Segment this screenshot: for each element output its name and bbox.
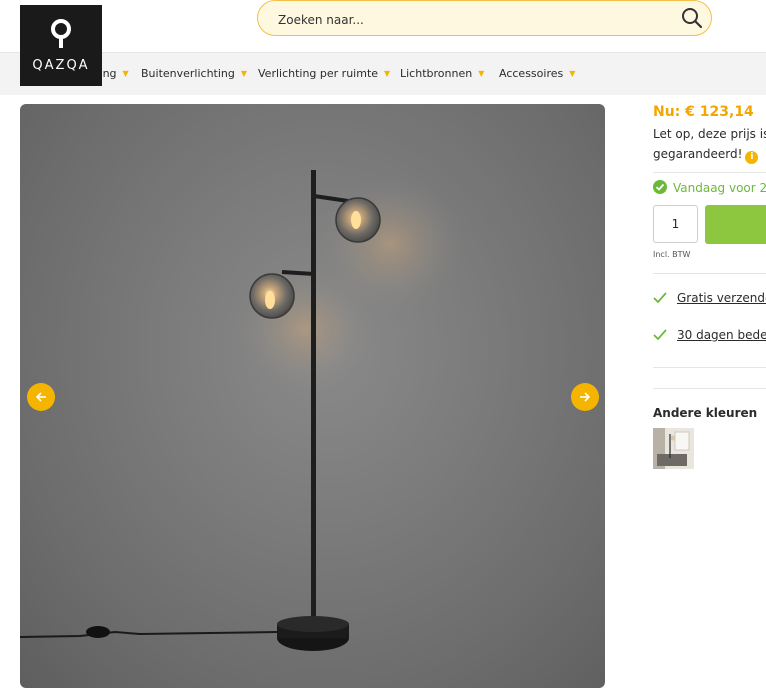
triangle-down-icon: ▼ xyxy=(122,69,129,78)
other-colors-title: Andere kleuren xyxy=(653,406,758,420)
nav-item-buitenverlichting[interactable]: Buitenverlichting ▼ xyxy=(141,67,247,80)
divider xyxy=(653,367,766,368)
next-image-button[interactable] xyxy=(571,383,599,411)
quantity-input[interactable]: 1 xyxy=(653,205,698,243)
nav-item-label: Accessoires xyxy=(499,67,564,80)
header xyxy=(0,0,766,52)
color-variant-thumbnail[interactable] xyxy=(653,428,694,469)
usp-link[interactable]: Gratis verzende xyxy=(677,291,766,305)
arrow-left-icon xyxy=(35,392,46,402)
price-note-line: Let op, deze prijs is xyxy=(653,127,766,141)
search-icon[interactable] xyxy=(681,7,703,33)
arrow-right-icon xyxy=(580,392,591,402)
product-price: Nu: € 123,14 xyxy=(653,104,754,120)
info-icon[interactable]: i xyxy=(745,151,759,164)
usp-free-shipping: Gratis verzende xyxy=(653,291,766,305)
divider xyxy=(653,273,766,274)
triangle-down-icon: ▼ xyxy=(478,69,485,78)
main-navigation: Binnenverlichting▼ Buitenverlichting▼ Ve… xyxy=(0,52,766,95)
divider xyxy=(653,388,766,389)
triangle-down-icon: ▼ xyxy=(569,69,576,78)
price-guarantee-note: Let op, deze prijs is gegarandeerd! i xyxy=(653,124,766,164)
price-note-text: gegarandeerd! xyxy=(653,147,743,161)
triangle-down-icon: ▼ xyxy=(240,69,248,78)
logo-mark-icon xyxy=(51,19,71,48)
check-circle-icon xyxy=(653,180,667,194)
search-bar[interactable] xyxy=(257,0,712,36)
floor-lamp-illustration xyxy=(20,170,465,651)
add-to-cart-button[interactable] xyxy=(705,205,766,244)
incl-btw-label: Incl. BTW xyxy=(653,250,691,259)
previous-image-button[interactable] xyxy=(27,383,55,411)
stock-text: Vandaag voor 22 xyxy=(673,181,766,195)
divider xyxy=(653,172,766,173)
nav-item-accessoires[interactable]: Accessoires ▼ xyxy=(499,67,575,80)
triangle-down-icon: ▼ xyxy=(384,69,391,78)
nav-item-lichtbronnen[interactable]: Lichtbronnen ▼ xyxy=(400,67,484,80)
brand-name: QAZQA xyxy=(32,58,90,73)
price-note-line: gegarandeerd! i xyxy=(653,144,766,164)
usp-return-period: 30 dagen beden xyxy=(653,328,766,342)
nav-item-label: Verlichting per ruimte xyxy=(258,67,379,80)
nav-item-label: Buitenverlichting xyxy=(141,67,235,80)
nav-item-label: Lichtbronnen xyxy=(400,67,473,80)
search-input[interactable] xyxy=(276,9,660,31)
product-image[interactable] xyxy=(20,104,605,688)
stock-status: Vandaag voor 22 xyxy=(653,180,766,195)
usp-link[interactable]: 30 dagen beden xyxy=(677,328,766,342)
nav-item-verlichting-per-ruimte[interactable]: Verlichting per ruimte ▼ xyxy=(258,67,390,80)
checkmark-icon xyxy=(653,329,667,341)
brand-logo[interactable]: QAZQA xyxy=(20,5,102,86)
checkmark-icon xyxy=(653,292,667,304)
